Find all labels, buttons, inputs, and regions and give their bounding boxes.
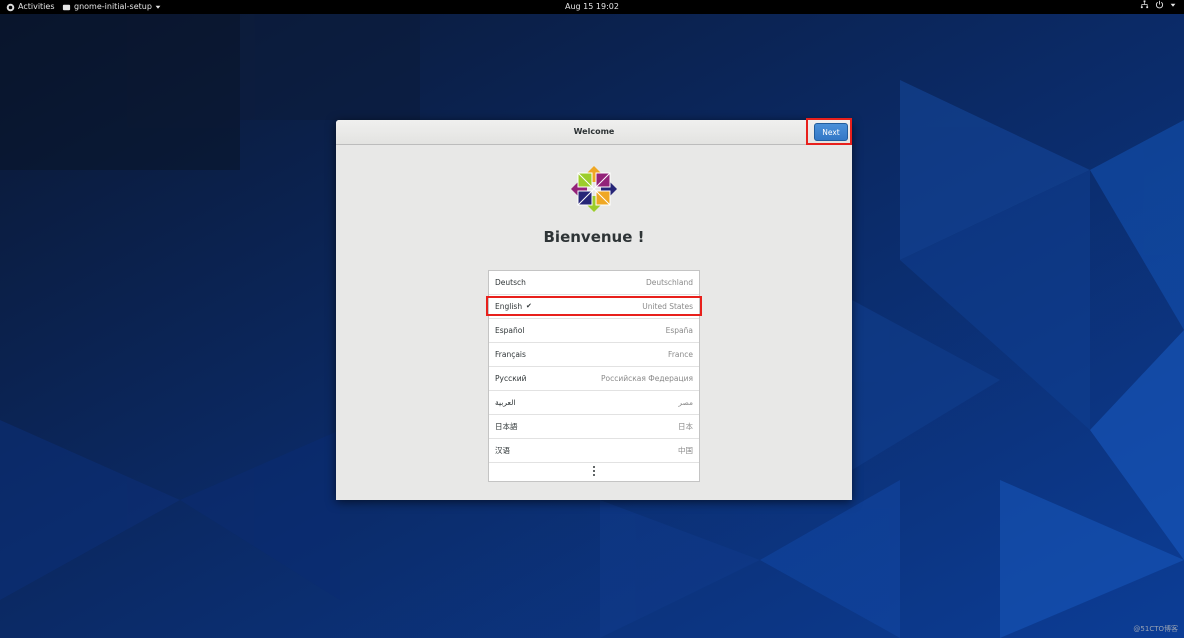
centos-logo [571, 166, 617, 212]
app-menu-label: gnome-initial-setup [74, 2, 152, 11]
language-region: France [668, 350, 693, 359]
fedora-logo-icon [6, 3, 15, 11]
language-row-arabic[interactable]: العربية مصر [489, 391, 699, 415]
language-row-japanese[interactable]: 日本語 日本 [489, 415, 699, 439]
clock-container: Aug 15 19:02 [0, 0, 1184, 14]
language-region: 日本 [678, 422, 693, 431]
chevron-down-icon [155, 5, 161, 9]
clock[interactable]: Aug 15 19:02 [565, 2, 619, 11]
network-icon [1140, 0, 1149, 9]
language-row-espanol[interactable]: Español España [489, 319, 699, 343]
highlight-box-english [486, 296, 702, 316]
language-name: Русский [495, 374, 527, 383]
view-more-icon [590, 466, 598, 477]
chevron-down-icon [1170, 3, 1176, 7]
language-region: 中国 [678, 446, 693, 455]
language-row-deutsch[interactable]: Deutsch Deutschland [489, 271, 699, 295]
language-region: مصر [678, 398, 693, 407]
language-name: العربية [495, 398, 516, 407]
language-name: Español [495, 326, 525, 335]
language-name: 日本語 [495, 422, 518, 431]
watermark: @51CTO博客 [1133, 625, 1178, 633]
language-row-francais[interactable]: Français France [489, 343, 699, 367]
system-status-menu[interactable] [1140, 0, 1176, 9]
app-menu[interactable]: gnome-initial-setup [62, 0, 161, 14]
activities-label: Activities [18, 2, 55, 11]
window-title: Welcome [573, 127, 615, 136]
more-languages-button[interactable] [489, 462, 699, 481]
language-row-chinese[interactable]: 汉语 中国 [489, 439, 699, 463]
welcome-heading: Bienvenue ! [543, 228, 645, 246]
language-region: España [665, 326, 693, 335]
header-bar: Welcome Next [336, 120, 852, 145]
language-region: Deutschland [645, 278, 693, 287]
top-bar: Activities gnome-initial-setup Aug 15 19… [0, 0, 1184, 14]
power-icon [1155, 0, 1164, 9]
language-name: Français [495, 350, 526, 359]
highlight-box-next [806, 118, 852, 145]
language-region: Российская Федерация [601, 374, 693, 383]
language-name: 汉语 [495, 446, 510, 455]
activities-button[interactable]: Activities [6, 0, 55, 14]
language-row-russian[interactable]: Русский Российская Федерация [489, 367, 699, 391]
language-name: Deutsch [495, 278, 526, 287]
app-window-icon [62, 4, 71, 10]
